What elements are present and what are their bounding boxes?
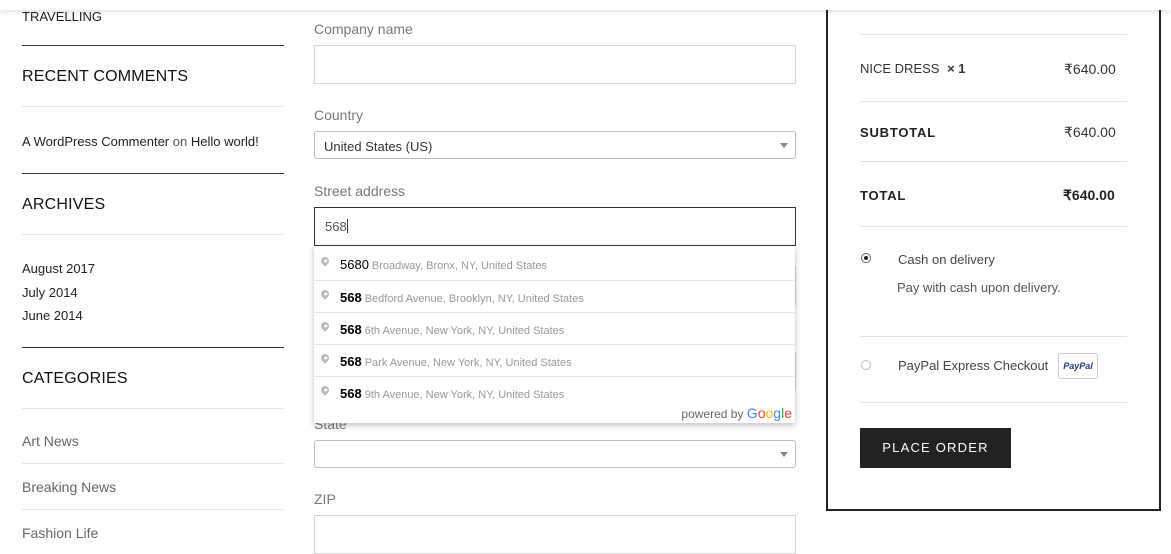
country-label: Country <box>314 107 364 123</box>
sidebar-travelling-link[interactable]: TRAVELLING <box>22 9 102 24</box>
divider <box>860 402 1127 403</box>
suggestion-secondary-text: 9th Avenue, New York, NY, United States <box>364 389 565 401</box>
company-name-label: Company name <box>314 21 413 37</box>
street-address-label: Street address <box>314 183 406 199</box>
paypal-label[interactable]: PayPal Express Checkout <box>898 358 1048 373</box>
suggestion-main-text: 568 <box>340 290 362 305</box>
street-address-value: 568 <box>325 219 347 234</box>
category-link-art-news[interactable]: Art News <box>22 433 79 449</box>
subtotal-value: ₹640.00 <box>1064 124 1116 140</box>
category-link-breaking-news[interactable]: Breaking News <box>22 479 116 495</box>
suggestion-secondary-text: Broadway, Bronx, NY, United States <box>371 260 547 272</box>
street-address-input[interactable]: 568 <box>314 207 796 246</box>
divider <box>860 336 1127 337</box>
archive-link-june-2014[interactable]: June 2014 <box>22 308 83 323</box>
divider <box>860 226 1127 227</box>
divider <box>22 234 284 235</box>
zip-input[interactable] <box>314 515 796 554</box>
paypal-logo-icon: PayPal <box>1058 353 1098 379</box>
country-select[interactable]: United States (US) <box>314 131 796 159</box>
autocomplete-suggestion[interactable]: 568 9th Avenue, New York, NY, United Stat… <box>314 376 795 408</box>
divider <box>860 161 1127 162</box>
map-pin-icon <box>319 288 331 300</box>
paypal-radio[interactable] <box>861 360 871 370</box>
google-logo: Google <box>746 405 792 421</box>
order-item-name: NICE DRESS × 1 <box>860 61 966 76</box>
item-quantity: × 1 <box>947 61 966 76</box>
top-header-bar <box>0 0 1171 10</box>
archive-link-august-2017[interactable]: August 2017 <box>22 261 95 276</box>
autocomplete-suggestion[interactable]: 5680 Broadway, Bronx, NY, United States <box>314 248 795 280</box>
suggestion-main-text: 568 <box>340 322 362 337</box>
suggestion-main-text: 568 <box>340 386 362 401</box>
recent-comment: A WordPress Commenter on Hello world! <box>22 134 259 149</box>
item-name-text: NICE DRESS <box>860 61 940 76</box>
cod-radio[interactable] <box>861 253 871 263</box>
map-pin-icon <box>319 255 331 267</box>
map-pin-icon <box>319 352 331 364</box>
order-item-price: ₹640.00 <box>1064 61 1116 77</box>
suggestion-main-text: 5680 <box>340 257 369 272</box>
divider <box>22 173 284 174</box>
total-value: ₹640.00 <box>1063 187 1115 203</box>
cod-description: Pay with cash upon delivery. <box>897 280 1061 295</box>
text-cursor <box>346 219 348 233</box>
suggestion-secondary-text: Bedford Avenue, Brooklyn, NY, United Sta… <box>364 293 584 305</box>
suggestion-secondary-text: 6th Avenue, New York, NY, United States <box>364 325 565 337</box>
categories-heading: CATEGORIES <box>22 370 128 387</box>
divider <box>22 347 284 348</box>
cod-label[interactable]: Cash on delivery <box>898 252 995 267</box>
total-label: TOTAL <box>860 188 907 203</box>
company-name-input[interactable] <box>314 45 796 84</box>
divider <box>22 45 284 46</box>
divider <box>860 101 1127 102</box>
map-pin-icon <box>319 384 331 396</box>
comment-author-link[interactable]: A WordPress Commenter <box>22 134 169 149</box>
archives-heading: ARCHIVES <box>22 196 106 213</box>
country-select-value: United States (US) <box>324 139 433 154</box>
state-select[interactable] <box>314 440 796 468</box>
suggestion-main-text: 568 <box>340 354 362 369</box>
comment-on-text: on <box>172 134 188 149</box>
divider <box>22 509 284 510</box>
map-pin-icon <box>319 320 331 332</box>
recent-comments-heading: RECENT COMMENTS <box>22 68 189 85</box>
comment-post-link[interactable]: Hello world! <box>191 134 259 149</box>
divider <box>22 408 284 409</box>
powered-by-google: powered by Google <box>681 405 792 421</box>
divider <box>22 463 284 464</box>
powered-by-text: powered by <box>681 407 744 421</box>
divider <box>860 34 1127 35</box>
category-link-fashion-life[interactable]: Fashion Life <box>22 525 98 541</box>
zip-label: ZIP <box>314 491 336 507</box>
chevron-down-icon <box>780 452 788 457</box>
place-order-button[interactable]: PLACE ORDER <box>860 428 1011 468</box>
address-autocomplete-dropdown: 5680 Broadway, Bronx, NY, United States 5… <box>314 246 795 423</box>
divider <box>22 106 284 107</box>
autocomplete-suggestion[interactable]: 568 Park Avenue, New York, NY, United Sta… <box>314 344 795 376</box>
chevron-down-icon <box>780 143 788 148</box>
autocomplete-suggestion[interactable]: 568 Bedford Avenue, Brooklyn, NY, United … <box>314 280 795 312</box>
suggestion-secondary-text: Park Avenue, New York, NY, United States <box>364 357 572 369</box>
autocomplete-suggestion[interactable]: 568 6th Avenue, New York, NY, United Stat… <box>314 312 795 344</box>
archive-link-july-2014[interactable]: July 2014 <box>22 285 78 300</box>
subtotal-label: SUBTOTAL <box>860 125 936 140</box>
